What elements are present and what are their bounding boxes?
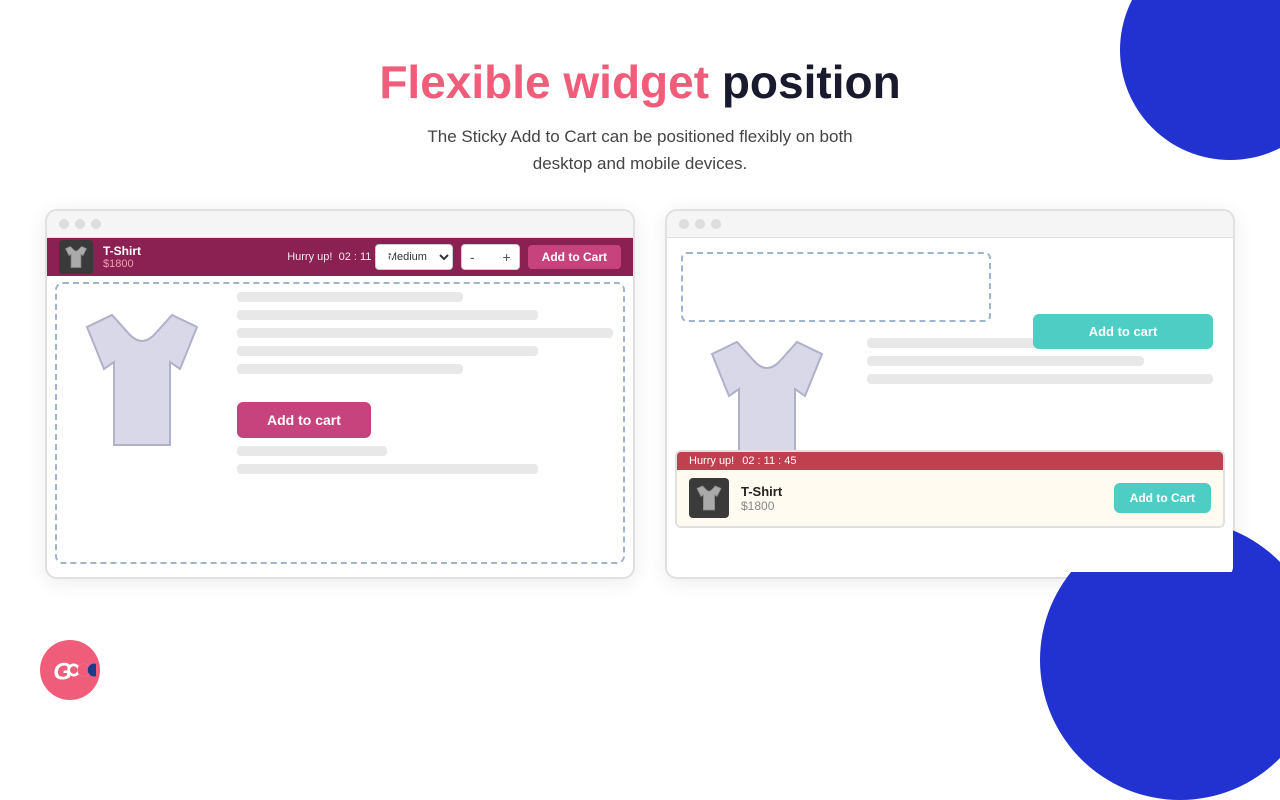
- title-normal: position: [709, 56, 901, 108]
- right-product-name: T-Shirt: [741, 484, 1102, 499]
- left-browser-topbar: [47, 211, 633, 238]
- left-product-info: T-Shirt $1800: [103, 244, 141, 270]
- logo-wrapper: G: [40, 640, 100, 700]
- left-sticky-bar: T-Shirt $1800 Hurry up! 02 : 11 : 45 Med…: [47, 238, 633, 276]
- right-product-price: $1800: [741, 499, 1102, 513]
- qty-plus-btn[interactable]: +: [500, 250, 512, 264]
- qty-control: - 1 +: [461, 244, 520, 270]
- qty-value: 1: [480, 250, 496, 264]
- right-text-line-3: [867, 374, 1213, 384]
- right-browser-topbar: [667, 211, 1233, 238]
- left-add-to-cart-top[interactable]: Add to Cart: [528, 245, 621, 269]
- left-mockup: T-Shirt $1800 Hurry up! 02 : 11 : 45 Med…: [45, 209, 635, 579]
- logo: G: [40, 640, 100, 700]
- right-body: Add to cart Hurry up! 02 : 11 : 45: [667, 238, 1233, 540]
- left-browser-content: T-Shirt $1800 Hurry up! 02 : 11 : 45 Med…: [47, 238, 633, 572]
- right-text-line-2: [867, 356, 1144, 366]
- left-product-name: T-Shirt: [103, 244, 141, 258]
- right-teal-add-to-cart[interactable]: Add to cart: [1033, 314, 1213, 349]
- header: Flexible widget position The Sticky Add …: [0, 0, 1280, 177]
- right-browser-content: Add to cart Hurry up! 02 : 11 : 45: [667, 238, 1233, 572]
- right-hurry-up: Hurry up!: [689, 455, 734, 467]
- left-product-price: $1800: [103, 258, 141, 270]
- right-browser-dot-3: [711, 219, 721, 229]
- left-hurry-up: Hurry up! 02 : 11 : 45: [287, 251, 393, 263]
- left-product-thumb: [59, 240, 93, 274]
- right-product-thumb: [689, 478, 729, 518]
- right-browser-dot-1: [679, 219, 689, 229]
- right-bottom-add-to-cart[interactable]: Add to Cart: [1114, 483, 1211, 513]
- browser-dot-1: [59, 219, 69, 229]
- right-mockup: Add to cart Hurry up! 02 : 11 : 45: [665, 209, 1235, 579]
- right-product-info: T-Shirt $1800: [741, 484, 1102, 513]
- subtitle-line1: The Sticky Add to Cart can be positioned…: [427, 127, 852, 146]
- right-timer: 02 : 11 : 45: [742, 455, 796, 467]
- logo-svg: G: [44, 642, 96, 698]
- mockups-row: T-Shirt $1800 Hurry up! 02 : 11 : 45 Med…: [0, 189, 1280, 579]
- subtitle-line2: desktop and mobile devices.: [533, 154, 748, 173]
- right-sticky-body: T-Shirt $1800 Add to Cart: [677, 470, 1223, 526]
- left-dashed-overlay: [55, 282, 625, 564]
- left-sticky-controls: Medium - 1 + Add to Cart: [375, 244, 621, 270]
- right-sticky-timer: Hurry up! 02 : 11 : 45: [677, 452, 1223, 470]
- right-sticky-bottom: Hurry up! 02 : 11 : 45 T-Shirt $1800: [675, 450, 1225, 528]
- title-highlight: Flexible widget: [379, 56, 709, 108]
- qty-minus-btn[interactable]: -: [468, 250, 477, 264]
- right-browser-dot-2: [695, 219, 705, 229]
- browser-dot-2: [75, 219, 85, 229]
- browser-dot-3: [91, 219, 101, 229]
